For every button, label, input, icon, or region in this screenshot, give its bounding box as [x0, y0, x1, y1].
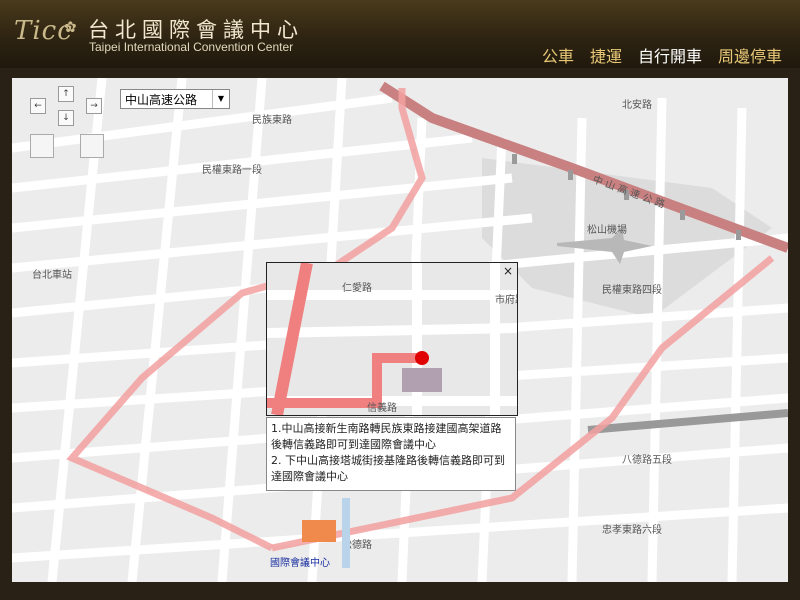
venue-label[interactable]: 國際會議中心: [270, 554, 330, 569]
svg-text:八德路五段: 八德路五段: [622, 453, 672, 466]
chevron-down-icon: ▼: [212, 90, 229, 108]
site-subtitle: Taipei International Convention Center: [89, 40, 294, 54]
zoom-in-button[interactable]: [30, 134, 54, 158]
close-icon[interactable]: ×: [503, 264, 513, 278]
svg-text:民權東路一段: 民權東路一段: [202, 163, 262, 176]
svg-text:仁愛路: 仁愛路: [342, 281, 372, 294]
svg-text:民族東路: 民族東路: [252, 113, 292, 126]
directions-note: 1.中山高接新生南路轉民族東路接建國高架道路後轉信義路即可到達國際會議中心 2.…: [266, 417, 516, 491]
venue-building-icon: [302, 520, 336, 542]
destination-marker-icon: [415, 351, 429, 365]
tab-mrt[interactable]: 捷運: [590, 43, 622, 67]
svg-text:忠孝東路六段: 忠孝東路六段: [602, 523, 662, 536]
site-header: Ticc ✿ 台北國際會議中心 Taipei International Con…: [0, 0, 800, 68]
pan-down-button[interactable]: ↓: [58, 110, 74, 126]
pan-right-button[interactable]: →: [86, 98, 102, 114]
tab-parking[interactable]: 周邊停車: [718, 43, 782, 67]
transport-nav: 公車 捷運 自行開車 周邊停車: [542, 43, 782, 67]
taipei101-icon: [342, 498, 350, 568]
svg-text:民權東路四段: 民權東路四段: [602, 283, 662, 296]
svg-text:松山機場: 松山機場: [587, 223, 627, 236]
road-select-value: 中山高速公路: [125, 93, 198, 107]
pan-up-button[interactable]: ↑: [58, 86, 74, 102]
inset-canvas: 仁愛路 市府路 信義路: [267, 263, 517, 415]
inset-map: 仁愛路 市府路 信義路 ×: [266, 262, 518, 416]
svg-text:信義路: 信義路: [367, 401, 397, 414]
tab-bus[interactable]: 公車: [542, 43, 574, 67]
svg-text:北安路: 北安路: [622, 98, 652, 111]
flower-icon: ✿: [64, 18, 77, 36]
svg-text:市府路: 市府路: [495, 293, 517, 306]
zoom-out-button[interactable]: [80, 134, 104, 158]
svg-text:台北車站: 台北車站: [32, 268, 72, 281]
direction-line-2: 2. 下中山高接塔城街接基隆路後轉信義路即可到達國際會議中心: [271, 454, 505, 483]
pan-left-button[interactable]: ←: [30, 98, 46, 114]
direction-line-1: 1.中山高接新生南路轉民族東路接建國高架道路後轉信義路即可到達國際會議中心: [271, 422, 502, 451]
tab-driving[interactable]: 自行開車: [638, 43, 702, 67]
map-view[interactable]: 中 山 高 速 公 路 台北車站 松山機場 民權東路四段 八德路五段 松德路 忠…: [12, 78, 788, 582]
venue-building-icon: [402, 368, 442, 392]
road-select[interactable]: 中山高速公路 ▼: [120, 89, 230, 109]
